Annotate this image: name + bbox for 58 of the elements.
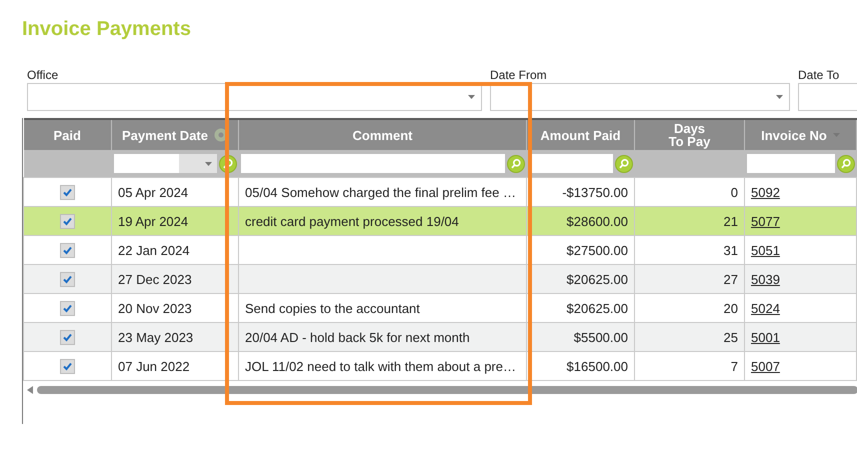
search-icon[interactable] — [218, 154, 236, 172]
table-cell: 31 — [724, 242, 738, 258]
table-cell: 05 Apr 2024 — [118, 184, 188, 200]
dropdown-field[interactable] — [27, 83, 482, 111]
table-cell: 20 Nov 2023 — [118, 300, 192, 316]
checkbox[interactable] — [60, 272, 75, 288]
table-cell: 20 — [724, 300, 738, 316]
filter-field[interactable] — [746, 154, 834, 173]
invoice-link[interactable]: 5051 — [751, 242, 780, 258]
table-cell: $20625.00 — [566, 272, 628, 286]
table-cell: 27 — [724, 272, 738, 286]
search-icon[interactable] — [836, 154, 854, 172]
table-cell: $28600.00 — [566, 214, 628, 228]
table-cell: 22 Jan 2024 — [118, 242, 190, 258]
field-label: Date From — [490, 68, 548, 82]
table-cell: 27 Dec 2023 — [118, 272, 192, 286]
page-title: Invoice Payments — [22, 18, 191, 41]
table-cell: Send copies to the accountant — [245, 300, 420, 316]
invoice-link[interactable]: 5024 — [751, 300, 780, 316]
table-cell: $27500.00 — [566, 242, 628, 258]
checkbox[interactable] — [60, 330, 75, 346]
dropdown-arrow-icon[interactable] — [204, 162, 212, 166]
invoice-link[interactable]: 5077 — [751, 214, 780, 228]
checkbox[interactable] — [60, 359, 75, 374]
field-label: Date To — [798, 68, 840, 82]
table-cell: 7 — [730, 358, 738, 374]
invoice-link[interactable]: 5039 — [751, 272, 780, 286]
checkbox[interactable] — [60, 185, 75, 200]
table-cell: $20625.00 — [566, 300, 628, 316]
checkbox[interactable] — [60, 301, 75, 316]
table-cell: credit card payment processed 19/04 — [245, 214, 459, 228]
table-cell: $16500.00 — [566, 358, 628, 374]
filter-field[interactable] — [114, 154, 216, 173]
gear-icon[interactable] — [214, 128, 228, 142]
table-cell: 21 — [724, 214, 738, 228]
scroll-left-icon[interactable] — [27, 386, 33, 394]
table-cell: JOL 11/02 need to talk with them about a pre… — [245, 358, 516, 374]
table-cell: 05/04 Somehow charged the final prelim fee … — [245, 184, 516, 200]
invoice-link[interactable]: 5092 — [751, 184, 780, 200]
table-cell: -$13750.00 — [562, 184, 628, 200]
checkbox[interactable] — [60, 243, 75, 258]
dropdown-arrow-icon[interactable] — [468, 95, 475, 99]
field-label: Office — [27, 68, 60, 82]
dropdown-field[interactable] — [490, 83, 790, 111]
table-cell: 0 — [730, 184, 738, 200]
table-cell: 25 — [724, 330, 738, 344]
checkbox[interactable] — [60, 214, 75, 230]
invoice-link[interactable]: 5001 — [751, 330, 780, 344]
filter-field[interactable] — [240, 154, 504, 173]
table-cell: 20/04 AD - hold back 5k for next month — [245, 330, 470, 344]
invoice-link[interactable]: 5007 — [751, 358, 780, 374]
search-icon[interactable] — [506, 154, 524, 172]
table-cell: 23 May 2023 — [118, 330, 194, 344]
search-icon[interactable] — [614, 154, 632, 172]
table-cell: 19 Apr 2024 — [118, 214, 188, 228]
table-cell: 07 Jun 2022 — [118, 358, 190, 374]
dropdown-arrow-icon[interactable] — [776, 95, 783, 99]
table-cell: $5500.00 — [574, 330, 628, 344]
